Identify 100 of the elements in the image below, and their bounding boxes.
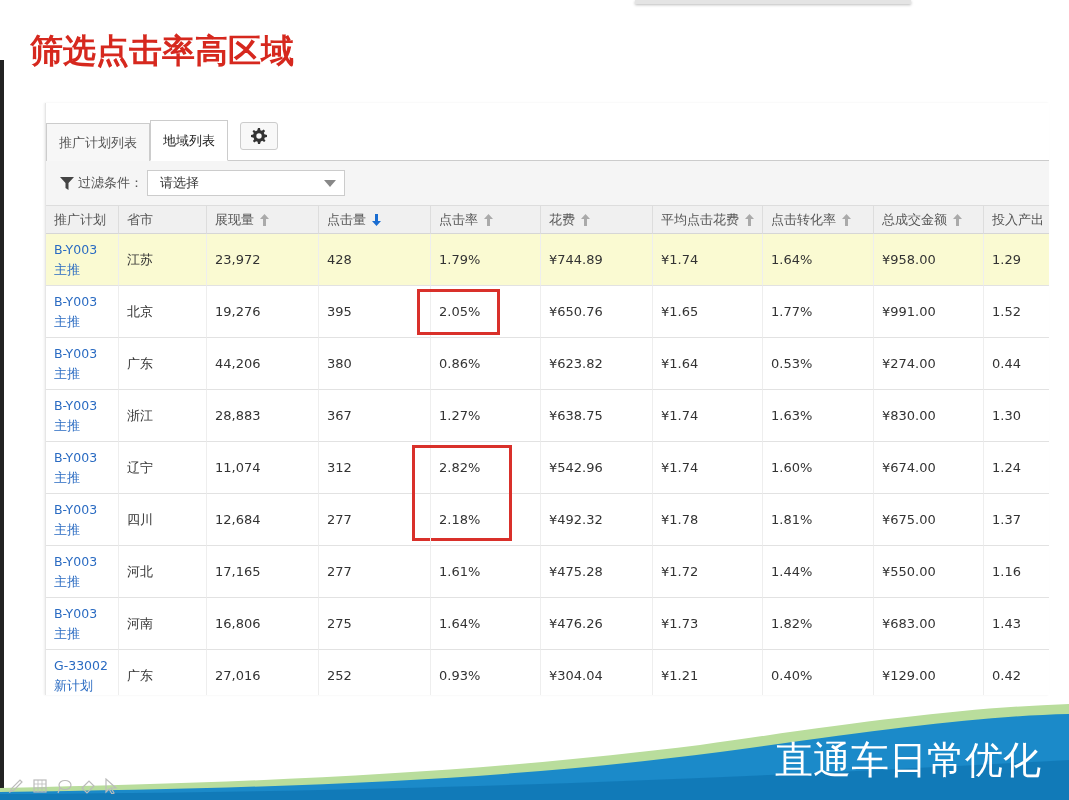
column-header[interactable]: 点击量 bbox=[319, 206, 431, 234]
table-cell: ¥991.00 bbox=[874, 286, 984, 338]
table-cell: ¥1.21 bbox=[653, 650, 763, 695]
table-cell: ¥1.72 bbox=[653, 546, 763, 598]
plan-link[interactable]: B-Y003 主推 bbox=[54, 395, 110, 436]
plan-link[interactable]: G-33002 新计划 bbox=[54, 655, 110, 695]
column-header[interactable]: 展现量 bbox=[207, 206, 319, 234]
eraser-icon[interactable] bbox=[80, 778, 96, 794]
table-cell: ¥1.65 bbox=[653, 286, 763, 338]
column-header[interactable]: 总成交金额 bbox=[874, 206, 984, 234]
filter-label: 过滤条件： bbox=[78, 174, 143, 192]
table-cell: 广东 bbox=[119, 650, 207, 695]
table-cell: 0.44 bbox=[984, 338, 1049, 390]
table-cell: 0.93% bbox=[431, 650, 541, 695]
caret-icon bbox=[324, 179, 336, 187]
table-cell: ¥492.32 bbox=[541, 494, 653, 546]
table-cell: 19,276 bbox=[207, 286, 319, 338]
table-cell: ¥274.00 bbox=[874, 338, 984, 390]
table-cell: ¥1.78 bbox=[653, 494, 763, 546]
table-cell: ¥129.00 bbox=[874, 650, 984, 695]
filter-dropdown[interactable]: 请选择 bbox=[147, 170, 345, 196]
table-cell: 1.60% bbox=[763, 442, 874, 494]
table-cell: 江苏 bbox=[119, 234, 207, 286]
sort-up-icon[interactable] bbox=[581, 213, 590, 226]
table-cell: 0.42 bbox=[984, 650, 1049, 695]
table-cell: 1.44% bbox=[763, 546, 874, 598]
table-cell: 1.37 bbox=[984, 494, 1049, 546]
table-cell: 27,016 bbox=[207, 650, 319, 695]
table-cell: 0.53% bbox=[763, 338, 874, 390]
column-header[interactable]: 点击率 bbox=[431, 206, 541, 234]
table-cell: ¥542.96 bbox=[541, 442, 653, 494]
column-header[interactable]: 投入产出 bbox=[984, 206, 1049, 234]
table-cell: 1.81% bbox=[763, 494, 874, 546]
table-cell: 1.29 bbox=[984, 234, 1049, 286]
table-cell: 0.86% bbox=[431, 338, 541, 390]
table-cell: ¥1.74 bbox=[653, 234, 763, 286]
tab[interactable]: 地域列表 bbox=[150, 120, 228, 161]
sort-up-icon[interactable] bbox=[260, 213, 269, 226]
column-header[interactable]: 省市 bbox=[119, 206, 207, 234]
column-header[interactable]: 点击转化率 bbox=[763, 206, 874, 234]
table-cell: ¥550.00 bbox=[874, 546, 984, 598]
sort-up-icon[interactable] bbox=[953, 213, 962, 226]
table-cell: 277 bbox=[319, 546, 431, 598]
table-cell: 2.18% bbox=[431, 494, 541, 546]
table-cell: ¥1.74 bbox=[653, 390, 763, 442]
pen-icon[interactable] bbox=[8, 778, 24, 794]
table-cell: 辽宁 bbox=[119, 442, 207, 494]
plan-link[interactable]: B-Y003 主推 bbox=[54, 551, 110, 592]
table-cell: ¥674.00 bbox=[874, 442, 984, 494]
settings-icon bbox=[251, 128, 267, 144]
plan-link[interactable]: B-Y003 主推 bbox=[54, 447, 110, 488]
table-cell: 252 bbox=[319, 650, 431, 695]
table-cell: 1.43 bbox=[984, 598, 1049, 650]
table-cell: 44,206 bbox=[207, 338, 319, 390]
table-cell: 1.77% bbox=[763, 286, 874, 338]
table-cell: 312 bbox=[319, 442, 431, 494]
table-cell: ¥475.28 bbox=[541, 546, 653, 598]
column-header[interactable]: 花费 bbox=[541, 206, 653, 234]
table-cell: ¥650.76 bbox=[541, 286, 653, 338]
slide-title: 筛选点击率高区域 bbox=[30, 30, 294, 72]
table-cell: 1.27% bbox=[431, 390, 541, 442]
banner-title: 直通车日常优化 bbox=[775, 737, 1041, 784]
table-cell: 11,074 bbox=[207, 442, 319, 494]
table-cell: 浙江 bbox=[119, 390, 207, 442]
table-cell: 16,806 bbox=[207, 598, 319, 650]
sort-down-icon[interactable] bbox=[372, 213, 381, 226]
plan-link[interactable]: B-Y003 主推 bbox=[54, 239, 110, 280]
table-cell: 四川 bbox=[119, 494, 207, 546]
table-cell: 广东 bbox=[119, 338, 207, 390]
filter-icon bbox=[60, 176, 74, 190]
table-cell: 1.63% bbox=[763, 390, 874, 442]
table-cell: 1.61% bbox=[431, 546, 541, 598]
column-header[interactable]: 平均点击花费 bbox=[653, 206, 763, 234]
table-cell: 河北 bbox=[119, 546, 207, 598]
plan-link[interactable]: B-Y003 主推 bbox=[54, 291, 110, 332]
tab[interactable]: 推广计划列表 bbox=[46, 123, 150, 161]
column-header[interactable]: 推广计划 bbox=[46, 206, 119, 234]
table-cell: ¥1.73 bbox=[653, 598, 763, 650]
table-cell: ¥675.00 bbox=[874, 494, 984, 546]
table-cell: 1.64% bbox=[431, 598, 541, 650]
table-cell: 395 bbox=[319, 286, 431, 338]
table-cell: 23,972 bbox=[207, 234, 319, 286]
table-cell: 12,684 bbox=[207, 494, 319, 546]
lasso-icon[interactable] bbox=[56, 778, 72, 794]
table-cell: 2.82% bbox=[431, 442, 541, 494]
plan-link[interactable]: B-Y003 主推 bbox=[54, 499, 110, 540]
table-cell: 380 bbox=[319, 338, 431, 390]
table-cell: 428 bbox=[319, 234, 431, 286]
sort-up-icon[interactable] bbox=[484, 213, 493, 226]
sort-up-icon[interactable] bbox=[745, 213, 754, 226]
plan-link[interactable]: B-Y003 主推 bbox=[54, 603, 110, 644]
pointer-icon[interactable] bbox=[104, 778, 118, 794]
plan-link[interactable]: B-Y003 主推 bbox=[54, 343, 110, 384]
grid-icon[interactable] bbox=[32, 778, 48, 794]
table-cell: 28,883 bbox=[207, 390, 319, 442]
table-cell: 北京 bbox=[119, 286, 207, 338]
table-cell: 275 bbox=[319, 598, 431, 650]
sort-up-icon[interactable] bbox=[842, 213, 851, 226]
table-cell: ¥623.82 bbox=[541, 338, 653, 390]
settings-button[interactable] bbox=[240, 122, 278, 150]
